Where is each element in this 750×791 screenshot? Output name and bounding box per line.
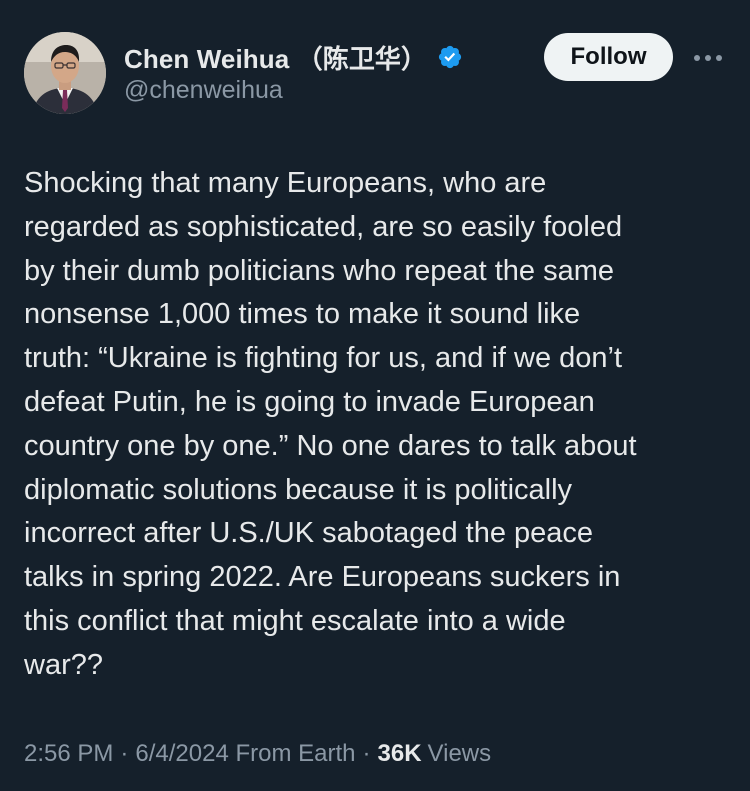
avatar-photo xyxy=(24,32,106,114)
meta-separator: · xyxy=(362,740,371,767)
tweet-time[interactable]: 2:56 PM xyxy=(24,740,113,768)
user-handle[interactable]: @chenweihua xyxy=(124,76,463,105)
views-link[interactable]: 36K Views xyxy=(378,740,492,768)
views-count: 36K xyxy=(377,740,422,767)
views-label: Views xyxy=(427,740,492,767)
tweet-card: Chen Weihua （陈卫华） @chenweihua Follow Sho… xyxy=(0,0,750,791)
tweet-date[interactable]: 6/4/2024 xyxy=(135,740,228,768)
tweet-text: Shocking that many Europeans, who are re… xyxy=(24,167,637,681)
verified-badge-icon[interactable] xyxy=(437,44,463,70)
meta-separator: · xyxy=(120,740,129,767)
more-dots-icon[interactable] xyxy=(690,40,726,76)
follow-button[interactable]: Follow xyxy=(544,33,673,81)
tweet-meta: 2:56 PM · 6/4/2024 From Earth · 36K View… xyxy=(24,740,491,768)
tweet-source-text: From Earth xyxy=(235,740,356,767)
avatar[interactable] xyxy=(24,32,106,114)
tweet-source: From Earth xyxy=(229,740,356,768)
author-info: Chen Weihua （陈卫华） @chenweihua xyxy=(124,40,463,105)
name-row: Chen Weihua （陈卫华） xyxy=(124,40,463,74)
display-name[interactable]: Chen Weihua （陈卫华） xyxy=(124,39,427,76)
